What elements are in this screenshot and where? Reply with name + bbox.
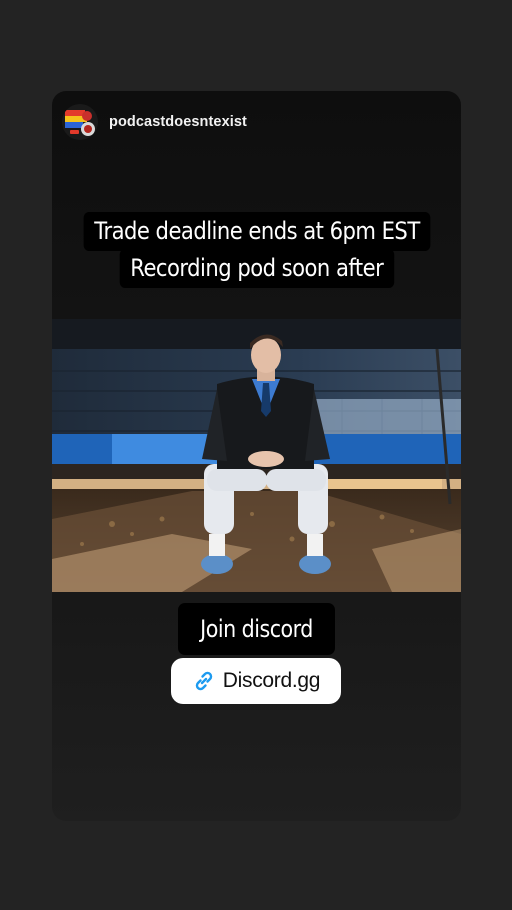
story-header: podcastdoesntexist (62, 104, 247, 140)
story-card[interactable]: podcastdoesntexist Trade deadline ends a… (52, 91, 461, 821)
join-discord-label: Join discord (178, 603, 335, 655)
caption-line-2: Recording pod soon after (119, 249, 394, 288)
username[interactable]: podcastdoesntexist (109, 114, 247, 130)
link-icon (192, 669, 216, 693)
join-discord-text: Join discord (200, 615, 313, 643)
story-photo (52, 319, 461, 592)
link-sticker[interactable]: Discord.gg (171, 658, 341, 704)
caption: Trade deadline ends at 6pm EST Recording… (52, 212, 461, 288)
profile-avatar[interactable] (62, 104, 98, 140)
podcast-logo-avatar (62, 104, 98, 140)
caption-line-1: Trade deadline ends at 6pm EST (83, 212, 430, 251)
link-text: Discord.gg (222, 669, 321, 692)
